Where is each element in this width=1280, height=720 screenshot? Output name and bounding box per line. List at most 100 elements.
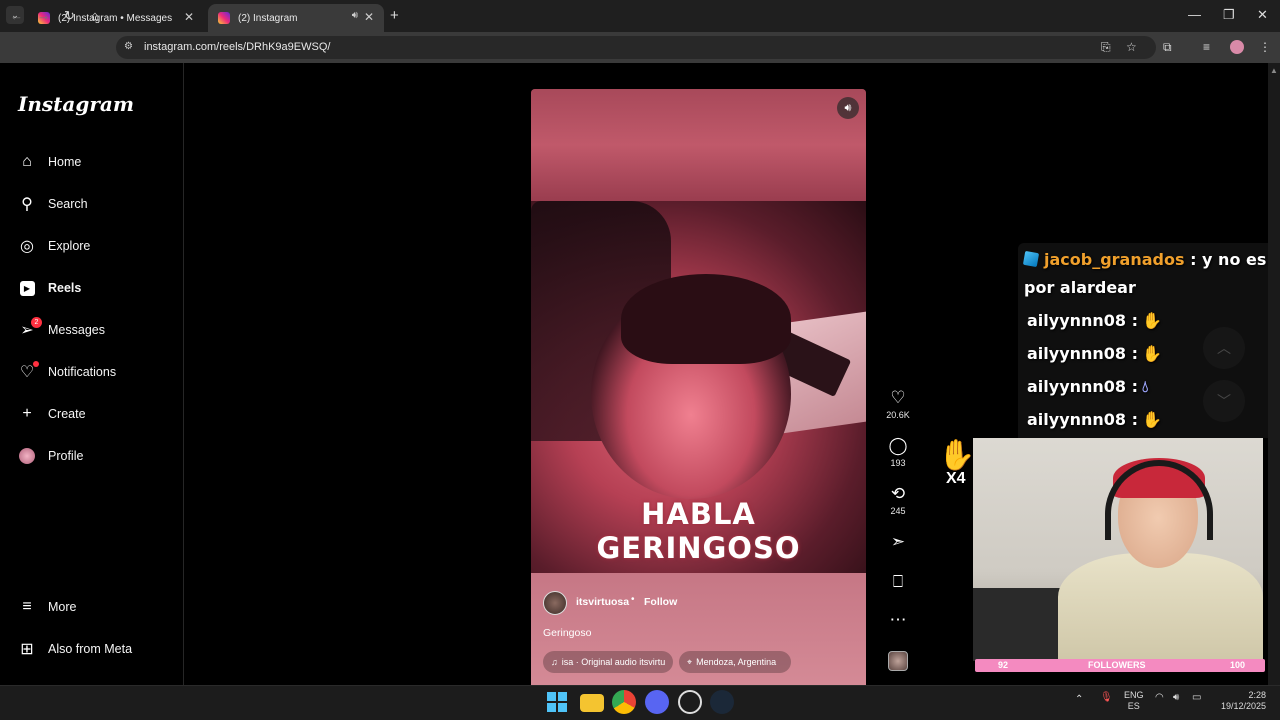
nav-explore[interactable]: ◎ Explore: [18, 232, 178, 260]
input-language[interactable]: ENG ES: [1124, 690, 1144, 712]
location-label: Mendoza, Argentina: [696, 657, 777, 667]
url-text[interactable]: instagram.com/reels/DRhK9a9EWSQ/: [144, 41, 330, 53]
discord-icon[interactable]: [645, 690, 669, 714]
chat-message: ailyynnn08 : 💧︎: [1027, 377, 1148, 397]
close-tab-icon[interactable]: ✕: [364, 10, 374, 24]
repost-icon: ⟲: [890, 484, 906, 503]
music-note-icon: ♫: [551, 657, 558, 667]
tab-title: (2) Instagram • Messages: [58, 12, 173, 24]
cube-badge-icon: [1022, 250, 1040, 268]
chrome-icon[interactable]: [612, 690, 636, 714]
forward-button[interactable]: →: [37, 8, 50, 23]
menu-icon[interactable]: ⋮: [1259, 40, 1271, 54]
instagram-logo[interactable]: Instagram: [18, 92, 134, 116]
nav-profile[interactable]: Profile: [18, 442, 178, 470]
start-button[interactable]: [547, 692, 567, 712]
reload-button[interactable]: ↻: [64, 8, 75, 24]
more-options-button[interactable]: ⋯: [885, 610, 911, 630]
nav-reels[interactable]: ▶ Reels: [18, 274, 178, 302]
site-info-icon[interactable]: ⚙: [124, 41, 133, 52]
follow-button[interactable]: Follow: [644, 596, 677, 608]
nav-more[interactable]: ≡ More: [18, 593, 178, 621]
nav-notifications[interactable]: ♡ Notifications: [18, 358, 178, 386]
praying-hands-emoji-icon: ✋: [1142, 311, 1162, 330]
audio-thumbnail[interactable]: [888, 651, 908, 671]
overlay-line-1: HABLA: [641, 497, 756, 531]
like-count: 20.6K: [886, 410, 910, 420]
video-caption-overlay: HABLA GERINGOSO: [531, 497, 866, 565]
close-window-button[interactable]: ✕: [1257, 7, 1268, 23]
audio-playing-icon[interactable]: 🔊︎: [352, 10, 358, 21]
chat-message: ailyynnn08 : ✋: [1027, 344, 1162, 363]
maximize-button[interactable]: ❐: [1223, 7, 1235, 23]
clock[interactable]: 2:28 19/12/2025: [1218, 690, 1266, 712]
bookmark-star-icon[interactable]: ☆: [1126, 40, 1137, 54]
nav-create[interactable]: + Create: [18, 400, 178, 428]
chat-text: :: [1126, 311, 1139, 330]
save-button[interactable]: ⎕: [885, 572, 911, 592]
chat-message: ailyynnn08 : ✋: [1027, 410, 1162, 429]
chat-message-continued: por alardear: [1024, 278, 1136, 297]
new-tab-button[interactable]: +: [390, 7, 399, 24]
obs-icon[interactable]: [678, 690, 702, 714]
volume-icon[interactable]: 🔊︎: [1173, 692, 1179, 703]
profile-avatar[interactable]: [1230, 40, 1244, 54]
home-icon: ⌂: [22, 153, 32, 170]
combo-count: X4: [946, 470, 966, 487]
nav-label: Search: [48, 197, 88, 211]
battery-icon[interactable]: ▭: [1192, 692, 1201, 703]
page-scrollbar[interactable]: [1268, 63, 1280, 685]
minimize-button[interactable]: —: [1188, 7, 1201, 22]
repost-count: 245: [890, 506, 906, 516]
comment-button[interactable]: ◯ 193: [885, 436, 911, 468]
windows-logo-tile: [547, 703, 556, 712]
file-explorer-icon[interactable]: [580, 694, 604, 712]
like-button[interactable]: ♡ 20.6K: [885, 388, 911, 420]
tab-instagram[interactable]: (2) Instagram 🔊︎ ✕: [208, 4, 384, 32]
tray-overflow-icon[interactable]: ⌃: [1075, 694, 1083, 705]
followers-current: 92: [998, 660, 1009, 670]
tab-instagram-messages[interactable]: (2) Instagram • Messages ✕: [28, 4, 204, 32]
install-app-icon[interactable]: ⎘: [1101, 40, 1111, 55]
scroll-up-arrow[interactable]: ▲: [1270, 66, 1278, 75]
chat-text: :: [1126, 410, 1139, 429]
chat-text: :: [1126, 377, 1139, 396]
lang-secondary: ES: [1127, 701, 1140, 711]
chat-message: jacob_granados : y no es: [1022, 250, 1266, 269]
steam-icon[interactable]: [710, 690, 734, 714]
nav-label: Create: [48, 407, 86, 421]
nav-home[interactable]: ⌂ Home: [18, 148, 178, 176]
explore-icon: ◎: [20, 238, 34, 255]
search-icon: ⚲: [21, 196, 33, 213]
nav-messages[interactable]: ➢ 2 Messages: [18, 316, 178, 344]
instagram-favicon: [218, 12, 230, 24]
mute-button[interactable]: 🔊︎: [837, 97, 859, 119]
windows-logo-tile: [558, 703, 567, 712]
share-button[interactable]: ➣: [885, 532, 911, 552]
heart-icon: ♡: [18, 361, 39, 381]
followers-goal: 100: [1230, 660, 1246, 670]
followers-label: FOLLOWERS: [1088, 660, 1146, 670]
reel-video[interactable]: HABLA GERINGOSO 🔊︎ itsvirtuosa • Follow …: [531, 89, 866, 685]
chat-message: ailyynnn08 : ✋: [1027, 311, 1162, 330]
nav-label: Reels: [48, 281, 82, 295]
tab-title: (2) Instagram: [238, 12, 298, 24]
author-avatar[interactable]: [543, 591, 567, 615]
webcam-feed: [973, 438, 1263, 661]
extensions-icon[interactable]: ⧉: [1163, 40, 1172, 55]
microphone-icon[interactable]: 🎙︎: [1100, 692, 1113, 703]
audio-pill[interactable]: ♫ isa · Original audio itsvirtu: [543, 651, 673, 673]
back-button[interactable]: ←: [10, 8, 23, 23]
author-name[interactable]: itsvirtuosa: [576, 596, 629, 608]
clapping-hands-icon: ✋: [938, 439, 976, 472]
close-tab-icon[interactable]: ✕: [184, 10, 194, 24]
wifi-icon[interactable]: ◠: [1155, 692, 1164, 703]
messages-icon: ➢ 2: [18, 317, 42, 339]
media-control-icon[interactable]: ≡: [1203, 40, 1210, 54]
nav-search[interactable]: ⚲ Search: [18, 190, 178, 218]
nav-also-from-meta[interactable]: ⊞ Also from Meta: [18, 635, 178, 663]
avatar: [18, 447, 36, 465]
repost-button[interactable]: ⟲ 245: [885, 484, 911, 516]
location-pill[interactable]: ⌖ Mendoza, Argentina: [679, 651, 791, 673]
home-button[interactable]: ⌂: [91, 8, 99, 23]
